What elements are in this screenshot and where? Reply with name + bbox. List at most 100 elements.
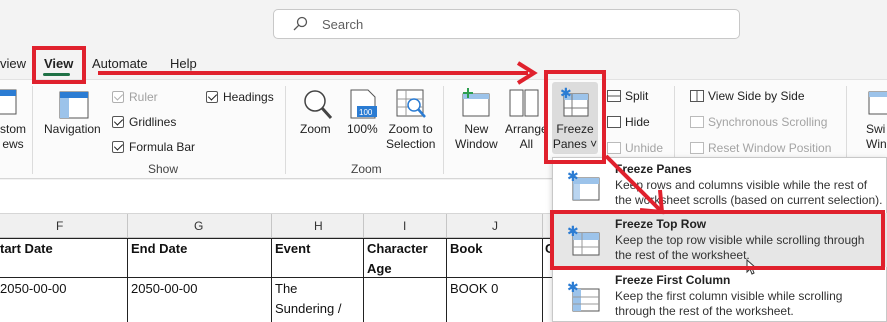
annotation-box-freeze-top-row — [550, 210, 885, 270]
header-cell-start-date[interactable]: tart Date — [0, 239, 53, 259]
menu-item-title: Freeze First Column — [615, 273, 731, 287]
switch-windows-icon — [868, 91, 887, 115]
zoom-to-selection-icon — [396, 89, 426, 118]
annotation-box-freeze-panes — [544, 70, 606, 164]
column-divider — [363, 214, 364, 238]
new-window-icon — [462, 88, 490, 117]
new-window-button[interactable]: New Window — [455, 122, 498, 152]
split-icon — [607, 90, 621, 102]
custom-views-icon — [0, 89, 17, 115]
search-box[interactable]: Search — [273, 9, 740, 39]
tab-automate[interactable]: Automate — [92, 56, 148, 71]
show-group-label: Show — [148, 162, 179, 176]
title-bar: Search — [0, 0, 887, 48]
tab-help[interactable]: Help — [170, 56, 197, 71]
svg-text:100: 100 — [359, 108, 373, 117]
grid-line — [271, 238, 272, 322]
cell-end-date[interactable]: 2050-00-00 — [131, 279, 198, 299]
arrange-all-label-1: Arrange — [505, 122, 548, 136]
column-divider — [446, 214, 447, 238]
menu-item-freeze-first-column[interactable]: ✱ Freeze First Column Keep the first col… — [553, 269, 887, 322]
column-header-i[interactable]: I — [403, 219, 406, 233]
column-divider — [127, 214, 128, 238]
headings-checkbox[interactable]: Headings — [206, 90, 274, 104]
synchronous-scrolling-label: Synchronous Scrolling — [708, 115, 828, 129]
column-divider — [271, 214, 272, 238]
annotation-box-view-tab — [32, 46, 86, 84]
group-separator — [285, 86, 286, 174]
formula-bar-label: Formula Bar — [129, 140, 196, 154]
freeze-panes-icon: ✱ — [567, 169, 600, 201]
zoom-100-icon: 100 — [350, 89, 377, 119]
gridlines-label: Gridlines — [129, 115, 177, 129]
reset-window-position-label: Reset Window Position — [708, 141, 832, 155]
custom-views-label-1: stom — [0, 122, 27, 136]
column-header-h[interactable]: H — [314, 219, 323, 233]
headings-label: Headings — [223, 90, 274, 104]
arrange-all-label-2: All — [519, 137, 534, 151]
split-label: Split — [625, 89, 649, 103]
custom-views-label-2: ews — [2, 137, 24, 151]
freeze-first-column-icon: ✱ — [567, 280, 600, 312]
column-header-g[interactable]: G — [194, 219, 203, 233]
column-header-f[interactable]: F — [56, 219, 63, 233]
zoom-100-button[interactable]: 100% — [347, 122, 378, 137]
annotation-arrow-head — [516, 61, 538, 85]
view-side-by-side-button[interactable]: View Side by Side — [690, 89, 805, 103]
zoom-group-label: Zoom — [351, 162, 382, 176]
svg-text:✱: ✱ — [567, 169, 579, 185]
grid-line — [363, 238, 364, 322]
checkbox-box — [112, 91, 124, 103]
arrange-all-icon — [509, 89, 539, 117]
search-icon — [293, 16, 308, 31]
switch-windows-label-1: Swi — [866, 122, 886, 136]
header-cell-character-age[interactable]: Character Age — [367, 239, 437, 279]
hide-button[interactable]: Hide — [607, 115, 650, 129]
group-separator — [443, 86, 444, 174]
new-window-label-2: Window — [455, 137, 498, 151]
checkbox-box — [112, 116, 124, 128]
arrange-all-button[interactable]: Arrange All — [505, 122, 548, 152]
grid-line — [446, 238, 447, 322]
zoom-button[interactable]: Zoom — [300, 122, 331, 137]
zoom-to-selection-label-1: Zoom to — [388, 122, 433, 136]
hide-icon — [607, 116, 621, 128]
cell-start-date[interactable]: 2050-00-00 — [0, 279, 67, 299]
view-side-by-side-icon — [690, 90, 704, 102]
ruler-checkbox[interactable]: Ruler — [112, 90, 158, 104]
menu-item-description: Keep the first column visible while scro… — [615, 289, 843, 318]
column-divider — [542, 214, 543, 238]
grid-line — [542, 238, 543, 322]
gridlines-checkbox[interactable]: Gridlines — [112, 115, 176, 129]
search-placeholder: Search — [322, 17, 364, 32]
zoom-to-selection-label-2: Selection — [386, 137, 436, 151]
custom-views-button[interactable]: stom ews — [0, 122, 26, 152]
column-header-j[interactable]: J — [492, 219, 498, 233]
header-cell-book[interactable]: Book — [450, 239, 483, 259]
reset-window-position-icon — [690, 142, 704, 154]
new-window-label-1: New — [464, 122, 489, 136]
navigation-button[interactable]: Navigation — [44, 122, 101, 137]
header-cell-end-date[interactable]: End Date — [131, 239, 187, 259]
formula-bar-checkbox[interactable]: Formula Bar — [112, 140, 195, 154]
reset-window-position-button[interactable]: Reset Window Position — [690, 141, 831, 155]
annotation-arrow-line — [98, 71, 528, 75]
synchronous-scrolling-button[interactable]: Synchronous Scrolling — [690, 115, 827, 129]
switch-windows-label-2: Windo — [866, 137, 887, 151]
zoom-to-selection-button[interactable]: Zoom to Selection — [386, 122, 435, 152]
cell-book[interactable]: BOOK 0 — [450, 279, 498, 299]
header-cell-event[interactable]: Event — [275, 239, 310, 259]
svg-text:✱: ✱ — [567, 280, 579, 296]
switch-windows-button[interactable]: Swi Windo — [866, 122, 887, 152]
synchronous-scrolling-icon — [690, 116, 704, 128]
checkbox-box — [206, 91, 218, 103]
checkbox-box — [112, 141, 124, 153]
hide-label: Hide — [625, 115, 650, 129]
split-button[interactable]: Split — [607, 89, 648, 103]
grid-line — [127, 238, 128, 322]
tab-view-partial[interactable]: view — [0, 56, 26, 71]
navigation-icon — [59, 91, 89, 119]
view-side-by-side-label: View Side by Side — [708, 89, 805, 103]
zoom-icon — [304, 90, 333, 120]
cell-event[interactable]: The Sundering / — [275, 279, 355, 319]
